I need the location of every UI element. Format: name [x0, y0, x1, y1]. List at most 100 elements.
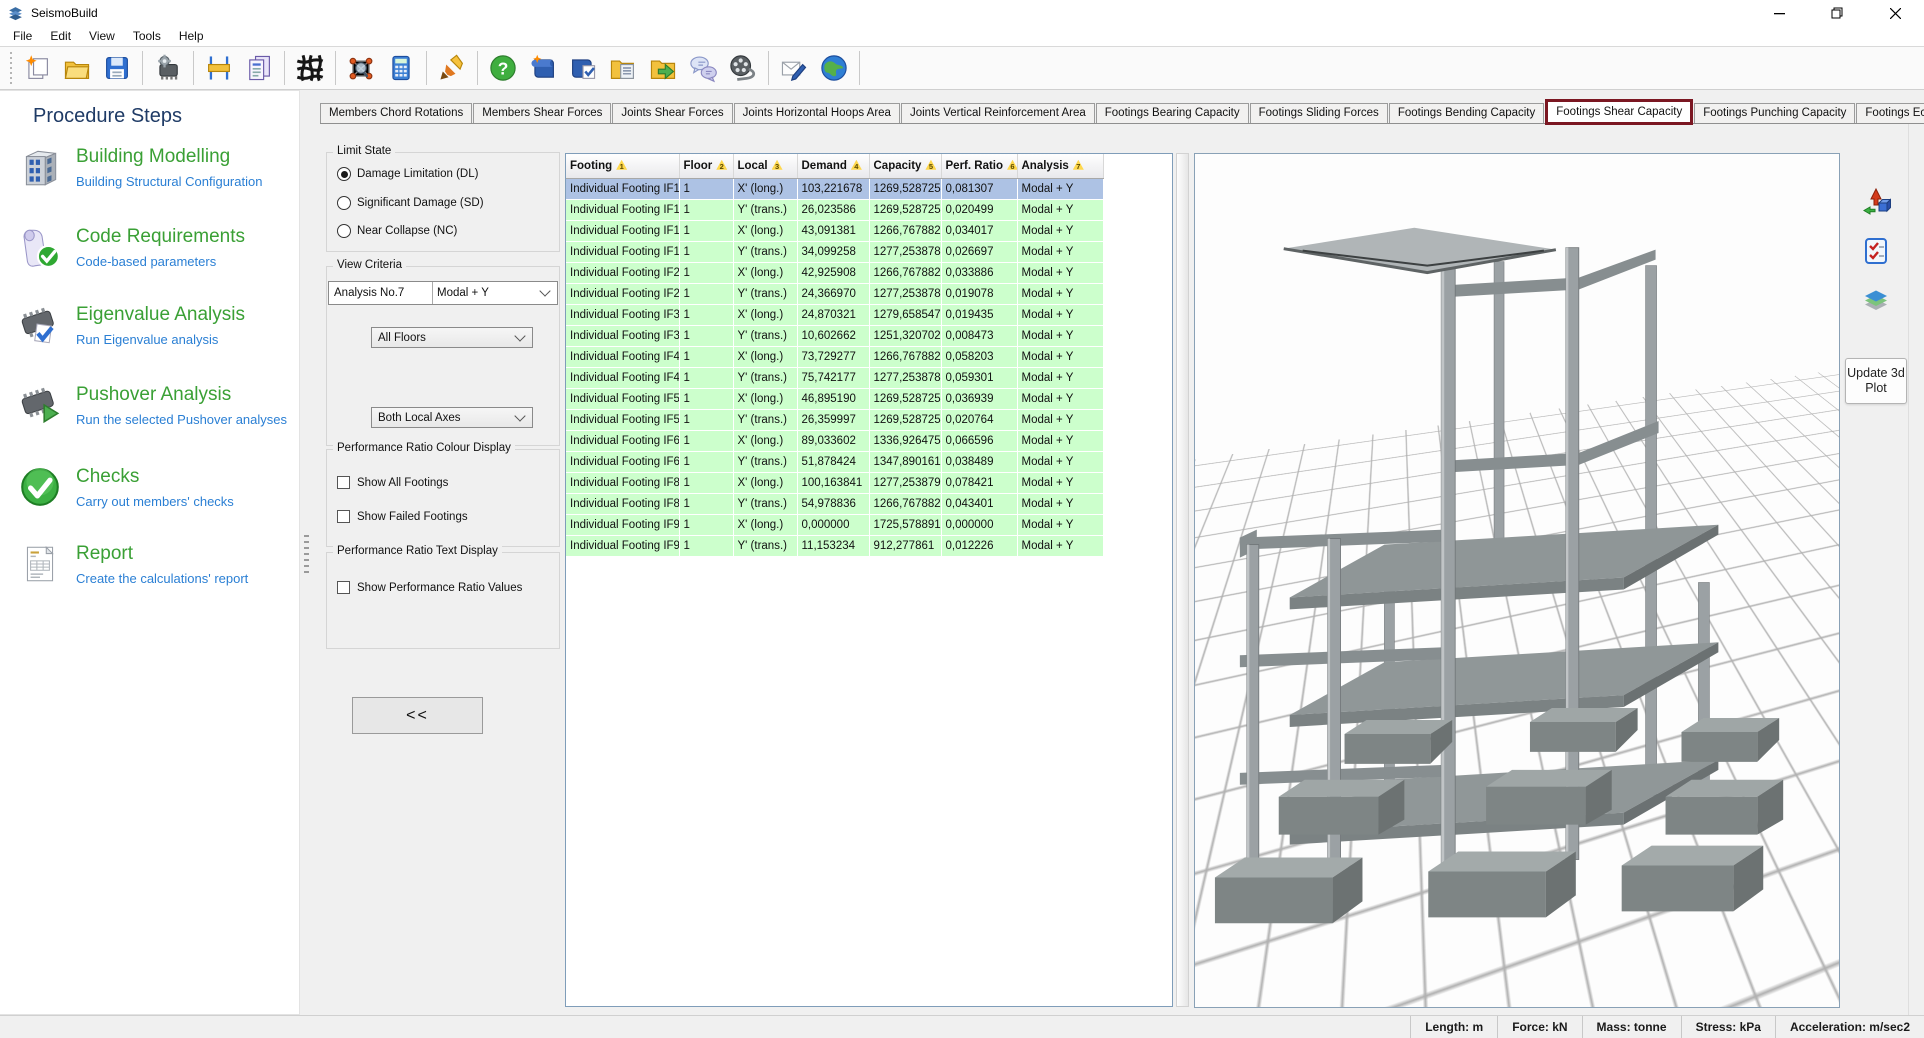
save-icon[interactable]: [97, 49, 137, 87]
table-row[interactable]: Individual Footing IF2 1 X' (long.) 42,9…: [566, 262, 1104, 284]
results-table-container: Footing 1 Floor 2 Local 3 Demand 4 Capacity 5 Perf…: [565, 153, 1173, 1007]
status-unit-cell: Stress: kPa: [1680, 1016, 1775, 1038]
table-row[interactable]: Individual Footing IF3 1 Y' (trans.) 10,…: [566, 325, 1104, 347]
checks-book-icon[interactable]: [563, 49, 603, 87]
report-preview-icon[interactable]: [239, 49, 279, 87]
section-view-icon[interactable]: [199, 49, 239, 87]
radio-damage-limitation[interactable]: Damage Limitation (DL): [337, 167, 478, 181]
column-header[interactable]: Local 3: [733, 154, 798, 179]
website-globe-icon[interactable]: [814, 49, 854, 87]
new-project-icon[interactable]: [17, 49, 57, 87]
tab[interactable]: Joints Shear Forces: [612, 103, 733, 124]
radio-significant-damage[interactable]: Significant Damage (SD): [337, 196, 484, 210]
menu-item[interactable]: Help: [170, 27, 213, 45]
radio-near-collapse[interactable]: Near Collapse (NC): [337, 224, 457, 238]
sidebar-step-code-requirements[interactable]: Code Requirements Code-based parameters: [0, 224, 298, 290]
axes-dropdown[interactable]: Both Local Axes: [371, 407, 533, 428]
column-header[interactable]: Analysis 7: [1017, 154, 1104, 179]
table-row[interactable]: Individual Footing IF3 1 X' (long.) 24,8…: [566, 304, 1104, 326]
cell-local: Y' (trans.): [733, 493, 798, 515]
feedback-bubbles-icon[interactable]: [683, 49, 723, 87]
checkbox-show-all-footings[interactable]: Show All Footings: [337, 476, 448, 489]
email-icon[interactable]: [774, 49, 814, 87]
tab[interactable]: Footings Sliding Forces: [1249, 103, 1388, 124]
collapse-panel-button[interactable]: <<: [352, 697, 483, 734]
table-row[interactable]: Individual Footing IF4 1 X' (long.) 73,7…: [566, 346, 1104, 368]
sidebar-splitter-handle[interactable]: [304, 533, 309, 573]
menu-item[interactable]: View: [80, 27, 124, 45]
menu-item[interactable]: File: [4, 27, 41, 45]
close-button[interactable]: [1866, 0, 1924, 26]
update-3d-plot-button[interactable]: Update 3d Plot: [1845, 358, 1907, 404]
export-folder-icon[interactable]: [643, 49, 683, 87]
table-row[interactable]: Individual Footing IF5 1 X' (long.) 46,8…: [566, 388, 1104, 410]
cell-perf-ratio: 0,012226: [941, 535, 1018, 557]
table-row[interactable]: Individual Footing IF6 1 X' (long.) 89,0…: [566, 430, 1104, 452]
help-icon[interactable]: ?: [483, 49, 523, 87]
column-header[interactable]: Footing 1: [566, 154, 680, 179]
deformed-shape-icon[interactable]: [1858, 183, 1894, 219]
table-row[interactable]: Individual Footing IF10 1 Y' (trans.) 34…: [566, 241, 1104, 263]
table-row[interactable]: Individual Footing IF1 1 X' (long.) 103,…: [566, 178, 1104, 200]
table-viewer-splitter[interactable]: [1176, 153, 1189, 1007]
calculator-icon[interactable]: [381, 49, 421, 87]
processor-settings-icon[interactable]: [148, 49, 188, 87]
cell-local: X' (long.): [733, 178, 798, 200]
tab[interactable]: Joints Horizontal Hoops Area: [733, 103, 900, 124]
text-display-label: Performance Ratio Text Display: [333, 545, 502, 557]
table-row[interactable]: Individual Footing IF4 1 Y' (trans.) 75,…: [566, 367, 1104, 389]
table-row[interactable]: Individual Footing IF1 1 Y' (trans.) 26,…: [566, 199, 1104, 221]
cell-capacity: 1279,658547: [869, 304, 942, 326]
table-row[interactable]: Individual Footing IF9 1 Y' (trans.) 11,…: [566, 535, 1104, 557]
open-project-icon[interactable]: [57, 49, 97, 87]
table-row[interactable]: Individual Footing IF6 1 Y' (trans.) 51,…: [566, 451, 1104, 473]
table-row[interactable]: Individual Footing IF5 1 Y' (trans.) 26,…: [566, 409, 1104, 431]
tab[interactable]: Footings Shear Capacity: [1545, 99, 1694, 125]
3d-viewport[interactable]: [1194, 153, 1840, 1008]
step-title: Pushover Analysis: [76, 384, 232, 405]
table-row[interactable]: Individual Footing IF10 1 X' (long.) 43,…: [566, 220, 1104, 242]
video-icon[interactable]: [723, 49, 763, 87]
tab[interactable]: Footings Bearing Capacity: [1095, 103, 1249, 124]
restore-button[interactable]: [1808, 0, 1866, 26]
column-header[interactable]: Perf. Ratio 6: [941, 154, 1018, 179]
column-header[interactable]: Demand 4: [797, 154, 870, 179]
sidebar-step-pushover-analysis[interactable]: Pushover Analysis Run the selected Pusho…: [0, 382, 298, 448]
menu-item[interactable]: Edit: [41, 27, 80, 45]
layers-icon[interactable]: [1858, 283, 1894, 319]
table-row[interactable]: Individual Footing IF8 1 X' (long.) 100,…: [566, 472, 1104, 494]
checkbox-show-performance-ratio-values[interactable]: Show Performance Ratio Values: [337, 581, 522, 594]
chevron-down-icon: [514, 329, 526, 342]
menu-item[interactable]: Tools: [124, 27, 170, 45]
sidebar-step-building-modelling[interactable]: Building Modelling Building Structural C…: [0, 144, 298, 210]
tutorial-book-icon[interactable]: [523, 49, 563, 87]
table-row[interactable]: Individual Footing IF8 1 Y' (trans.) 54,…: [566, 493, 1104, 515]
floors-dropdown[interactable]: All Floors: [371, 327, 533, 348]
column-header[interactable]: Floor 2: [679, 154, 734, 179]
sidebar-step-report[interactable]: Report Create the calculations' report: [0, 541, 298, 607]
cell-analysis: Modal + Y: [1017, 346, 1104, 368]
minimize-button[interactable]: [1750, 0, 1808, 26]
chevron-down-icon: [539, 285, 551, 297]
checkbox-show-failed-footings[interactable]: Show Failed Footings: [337, 510, 468, 523]
cell-demand: 51,878424: [797, 451, 870, 473]
table-row[interactable]: Individual Footing IF2 1 Y' (trans.) 24,…: [566, 283, 1104, 305]
tab[interactable]: Footings Bending Capacity: [1388, 103, 1545, 124]
sidebar-step-checks[interactable]: Checks Carry out members' checks: [0, 464, 298, 530]
checks-list-icon[interactable]: [1858, 233, 1894, 269]
reinforcement-mesh-icon[interactable]: [290, 49, 330, 87]
cell-capacity: 912,277861: [869, 535, 942, 557]
model-viewer-icon[interactable]: [341, 49, 381, 87]
project-folder-icon[interactable]: [603, 49, 643, 87]
tab[interactable]: Footings Eccentricity: [1856, 103, 1924, 124]
table-row[interactable]: Individual Footing IF9 1 X' (long.) 0,00…: [566, 514, 1104, 536]
paintbrush-icon[interactable]: [432, 49, 472, 87]
sidebar-step-eigenvalue-analysis[interactable]: Eigenvalue Analysis Run Eigenvalue analy…: [0, 302, 298, 368]
tab[interactable]: Members Shear Forces: [473, 103, 612, 124]
tab[interactable]: Joints Vertical Reinforcement Area: [900, 103, 1095, 124]
toolbar-grip[interactable]: [8, 52, 13, 84]
tab[interactable]: Footings Punching Capacity: [1694, 103, 1856, 124]
tab[interactable]: Members Chord Rotations: [320, 103, 473, 124]
column-header[interactable]: Capacity 5: [869, 154, 942, 179]
analysis-combo[interactable]: Analysis No.7 Modal + Y: [328, 281, 558, 305]
